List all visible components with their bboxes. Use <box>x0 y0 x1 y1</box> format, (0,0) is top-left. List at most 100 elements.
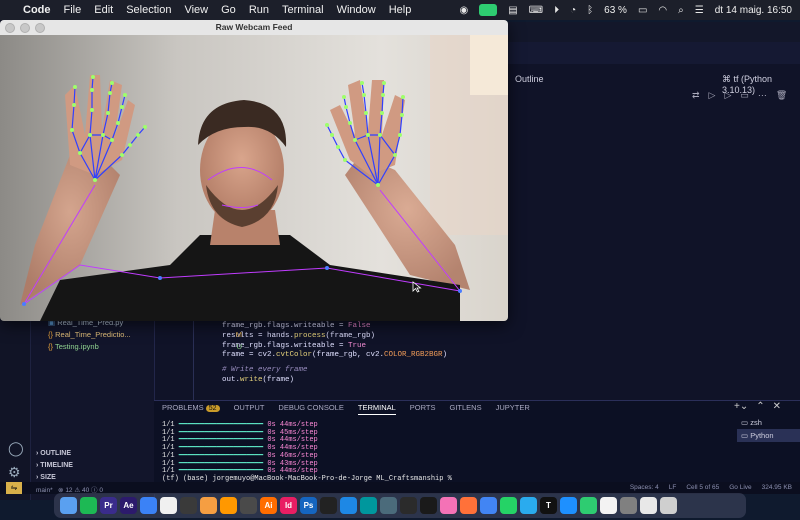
status-eol[interactable]: LF <box>669 484 677 491</box>
app-menu[interactable]: Code <box>23 4 51 16</box>
terminal-output[interactable]: 1/1 ━━━━━━━━━━━━━━━━━━━━ 0s 44ms/step 1/1… <box>162 421 452 484</box>
tab-problems[interactable]: PROBLEMS 52 <box>162 403 220 415</box>
document-icon[interactable] <box>640 497 657 514</box>
split-cell-icon[interactable]: ⇄ <box>692 90 700 101</box>
outline-tab[interactable]: Outline <box>515 74 544 84</box>
bluetooth-icon[interactable]: ᛒ <box>587 5 593 16</box>
play-icon[interactable]: ⏵ <box>554 5 559 16</box>
menu-view[interactable]: View <box>184 4 208 16</box>
file-name: Testing.ipynb <box>54 342 99 351</box>
camera-in-use-icon[interactable] <box>479 4 498 16</box>
code-line: results = hands.process(frame_rgb) <box>222 332 447 342</box>
section-outline[interactable]: › OUTLINE <box>36 448 73 460</box>
account-icon[interactable]: ◯ <box>8 436 24 460</box>
menu-terminal[interactable]: Terminal <box>282 4 324 16</box>
tab-terminal[interactable]: TERMINAL <box>357 403 396 415</box>
menu-selection[interactable]: Selection <box>126 4 171 16</box>
premiere-icon[interactable]: Pr <box>100 497 117 514</box>
window-light <box>470 35 508 95</box>
window-titlebar[interactable]: Raw Webcam Feed <box>0 20 508 35</box>
whatsapp-icon[interactable] <box>500 497 517 514</box>
status-spaces[interactable]: Spaces: 4 <box>630 484 659 491</box>
after-effects-icon[interactable]: Ae <box>120 497 137 514</box>
tab-output[interactable]: OUTPUT <box>234 403 265 415</box>
status-golive[interactable]: Go Live <box>729 484 751 491</box>
window-title: Raw Webcam Feed <box>215 22 293 32</box>
menu-run[interactable]: Run <box>249 4 269 16</box>
code-line: frame_rgb.flags.writeable = True <box>222 342 447 352</box>
terminal-item-zsh[interactable]: ▭ zsh <box>737 416 800 429</box>
tab-gitlens[interactable]: GITLENS <box>449 403 481 415</box>
tab-jupyter[interactable]: JUPYTER <box>496 403 530 415</box>
appstore-icon[interactable] <box>560 497 577 514</box>
github-icon[interactable] <box>320 497 337 514</box>
terminal-icon[interactable] <box>420 497 437 514</box>
code-token: False <box>348 322 371 330</box>
file-item[interactable]: {} Real_Time_Predictio... M <box>48 329 242 341</box>
display-icon[interactable]: ▤ <box>508 5 517 16</box>
code-line: frame = cv2.cvtColor(frame_rgb, cv2.COLO… <box>222 351 447 361</box>
run-below-icon[interactable]: ▷ <box>724 90 731 101</box>
arc-icon[interactable] <box>160 497 177 514</box>
telegram-icon[interactable] <box>520 497 537 514</box>
arduino-icon[interactable] <box>360 497 377 514</box>
cursor-icon[interactable] <box>180 497 197 514</box>
section-timeline[interactable]: › TIMELINE <box>36 460 73 472</box>
numbers-icon[interactable] <box>580 497 597 514</box>
davinci-icon[interactable] <box>240 497 257 514</box>
gear-icon[interactable]: ⚙ <box>8 460 24 484</box>
illustrator-icon[interactable]: Ai <box>260 497 277 514</box>
webcam-window[interactable]: Raw Webcam Feed <box>0 20 508 321</box>
typora-icon[interactable]: T <box>540 497 557 514</box>
terminal-item-python[interactable]: ▭ Python <box>737 429 800 442</box>
wifi-icon[interactable]: ◠ <box>658 5 667 16</box>
code-token: (frame_rgb) <box>325 331 376 340</box>
more-icon[interactable]: ⋯ <box>758 90 767 101</box>
curve-icon[interactable] <box>140 497 157 514</box>
battery-percent[interactable]: 63 % <box>604 5 627 16</box>
menu-help[interactable]: Help <box>389 4 412 16</box>
processing-icon[interactable] <box>380 497 397 514</box>
mouse-cursor-icon <box>412 281 422 293</box>
tab-ports[interactable]: PORTS <box>410 403 436 415</box>
chrome-icon[interactable] <box>480 497 497 514</box>
control-center-icon[interactable]: ☰ <box>695 5 704 16</box>
code-token: out. <box>222 375 241 384</box>
delete-cell-icon[interactable]: 🗑 <box>776 90 787 101</box>
indesign-icon[interactable]: Id <box>280 497 297 514</box>
photoshop-icon[interactable]: Ps <box>300 497 317 514</box>
menu-go[interactable]: Go <box>221 4 236 16</box>
panel-actions: +⌄ ⌃ ✕ <box>734 401 781 412</box>
cell-layout-icon[interactable]: ▭ <box>740 90 749 101</box>
firefox-icon[interactable] <box>460 497 477 514</box>
menubar-clock[interactable]: dt 14 maig. 16:50 <box>715 5 792 16</box>
file-item[interactable]: {} Testing.ipynb U <box>48 341 242 353</box>
touchdesigner-icon[interactable] <box>400 497 417 514</box>
settings-icon[interactable] <box>620 497 637 514</box>
record-icon[interactable]: ◉ <box>459 5 468 16</box>
branch-indicator[interactable]: main* <box>36 487 53 494</box>
maximize-panel-icon[interactable]: ⌃ <box>756 401 764 412</box>
clock-icon[interactable]: ◔ <box>570 5 576 16</box>
menu-edit[interactable]: Edit <box>94 4 113 16</box>
new-terminal-icon[interactable]: +⌄ <box>734 401 748 412</box>
code-line: frame_rgb.flags.writeable = False <box>222 322 447 332</box>
notion-icon[interactable] <box>600 497 617 514</box>
search-icon[interactable]: ⌕ <box>678 5 684 16</box>
status-cell[interactable]: Cell 5 of 65 <box>686 484 719 491</box>
spotify-icon[interactable] <box>80 497 97 514</box>
keyboard-icon[interactable]: ⌨ <box>529 5 543 16</box>
chatgpt-icon[interactable] <box>440 497 457 514</box>
sublime-icon[interactable] <box>220 497 237 514</box>
vscode-icon[interactable] <box>340 497 357 514</box>
trash-icon[interactable] <box>660 497 677 514</box>
blender-icon[interactable] <box>200 497 217 514</box>
remote-indicator[interactable]: ⇋ <box>6 482 22 494</box>
code-editor[interactable]: frame_rgb.flags.writeable = False results… <box>222 322 447 386</box>
finder-icon[interactable] <box>60 497 77 514</box>
run-above-icon[interactable]: ▷ <box>709 90 716 101</box>
tab-debug-console[interactable]: DEBUG CONSOLE <box>278 403 343 415</box>
menu-file[interactable]: File <box>64 4 82 16</box>
menu-window[interactable]: Window <box>337 4 376 16</box>
close-panel-icon[interactable]: ✕ <box>773 401 781 412</box>
